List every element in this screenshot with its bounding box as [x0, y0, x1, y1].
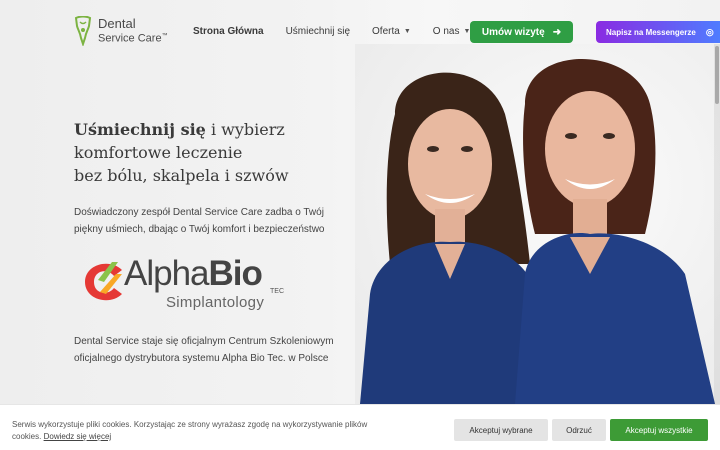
brand-subtitle: Simplantology — [166, 294, 265, 311]
accept-all-button[interactable]: Akceptuj wszystkie — [610, 419, 708, 441]
hero-headline: Uśmiechnij się i wybierz komfortowe lecz… — [74, 120, 289, 185]
hero-photo — [355, 44, 720, 404]
hero-info: Dental Service staje się oficjalnym Cent… — [74, 336, 334, 364]
main-nav: Strona Główna Uśmiechnij się Oferta ▼ O n… — [193, 26, 492, 37]
site-logo[interactable]: Dental Service Care™ — [74, 16, 168, 46]
arrow-right-icon: ➜ — [552, 26, 562, 38]
nav-item-offer[interactable]: Oferta ▼ — [372, 26, 411, 37]
logo-line2: Service Care™ — [98, 32, 168, 45]
cookie-text: Serwis wykorzystuje pliki cookies. Korzy… — [12, 420, 368, 441]
accept-selected-button[interactable]: Akceptuj wybrane — [454, 419, 548, 441]
brand-tec: TEC — [270, 288, 284, 295]
hero-subtext: Doświadczony zespół Dental Service Care … — [74, 207, 325, 235]
book-appointment-button[interactable]: Umów wizytę ➜ — [470, 21, 573, 43]
logo-line1: Dental — [98, 15, 136, 31]
chevron-down-icon: ▼ — [403, 28, 411, 35]
cookie-bar: Serwis wykorzystuje pliki cookies. Korzy… — [0, 404, 720, 450]
brand-name: AlphaBio — [124, 254, 263, 293]
tooth-logo-icon — [74, 16, 92, 46]
scrollbar-thumb[interactable] — [715, 46, 719, 104]
cookie-learn-more-link[interactable]: Dowiedz się więcej — [44, 432, 112, 441]
reject-button[interactable]: Odrzuć — [552, 419, 606, 441]
nav-item-home[interactable]: Strona Główna — [193, 26, 264, 37]
messenger-icon: ◎ — [705, 26, 714, 37]
messenger-button[interactable]: Napisz na Messengerze ◎ — [596, 21, 720, 43]
scrollbar[interactable] — [714, 44, 720, 404]
nav-item-about[interactable]: O nas ▼ — [433, 26, 471, 37]
nav-item-smile[interactable]: Uśmiechnij się — [286, 26, 350, 37]
